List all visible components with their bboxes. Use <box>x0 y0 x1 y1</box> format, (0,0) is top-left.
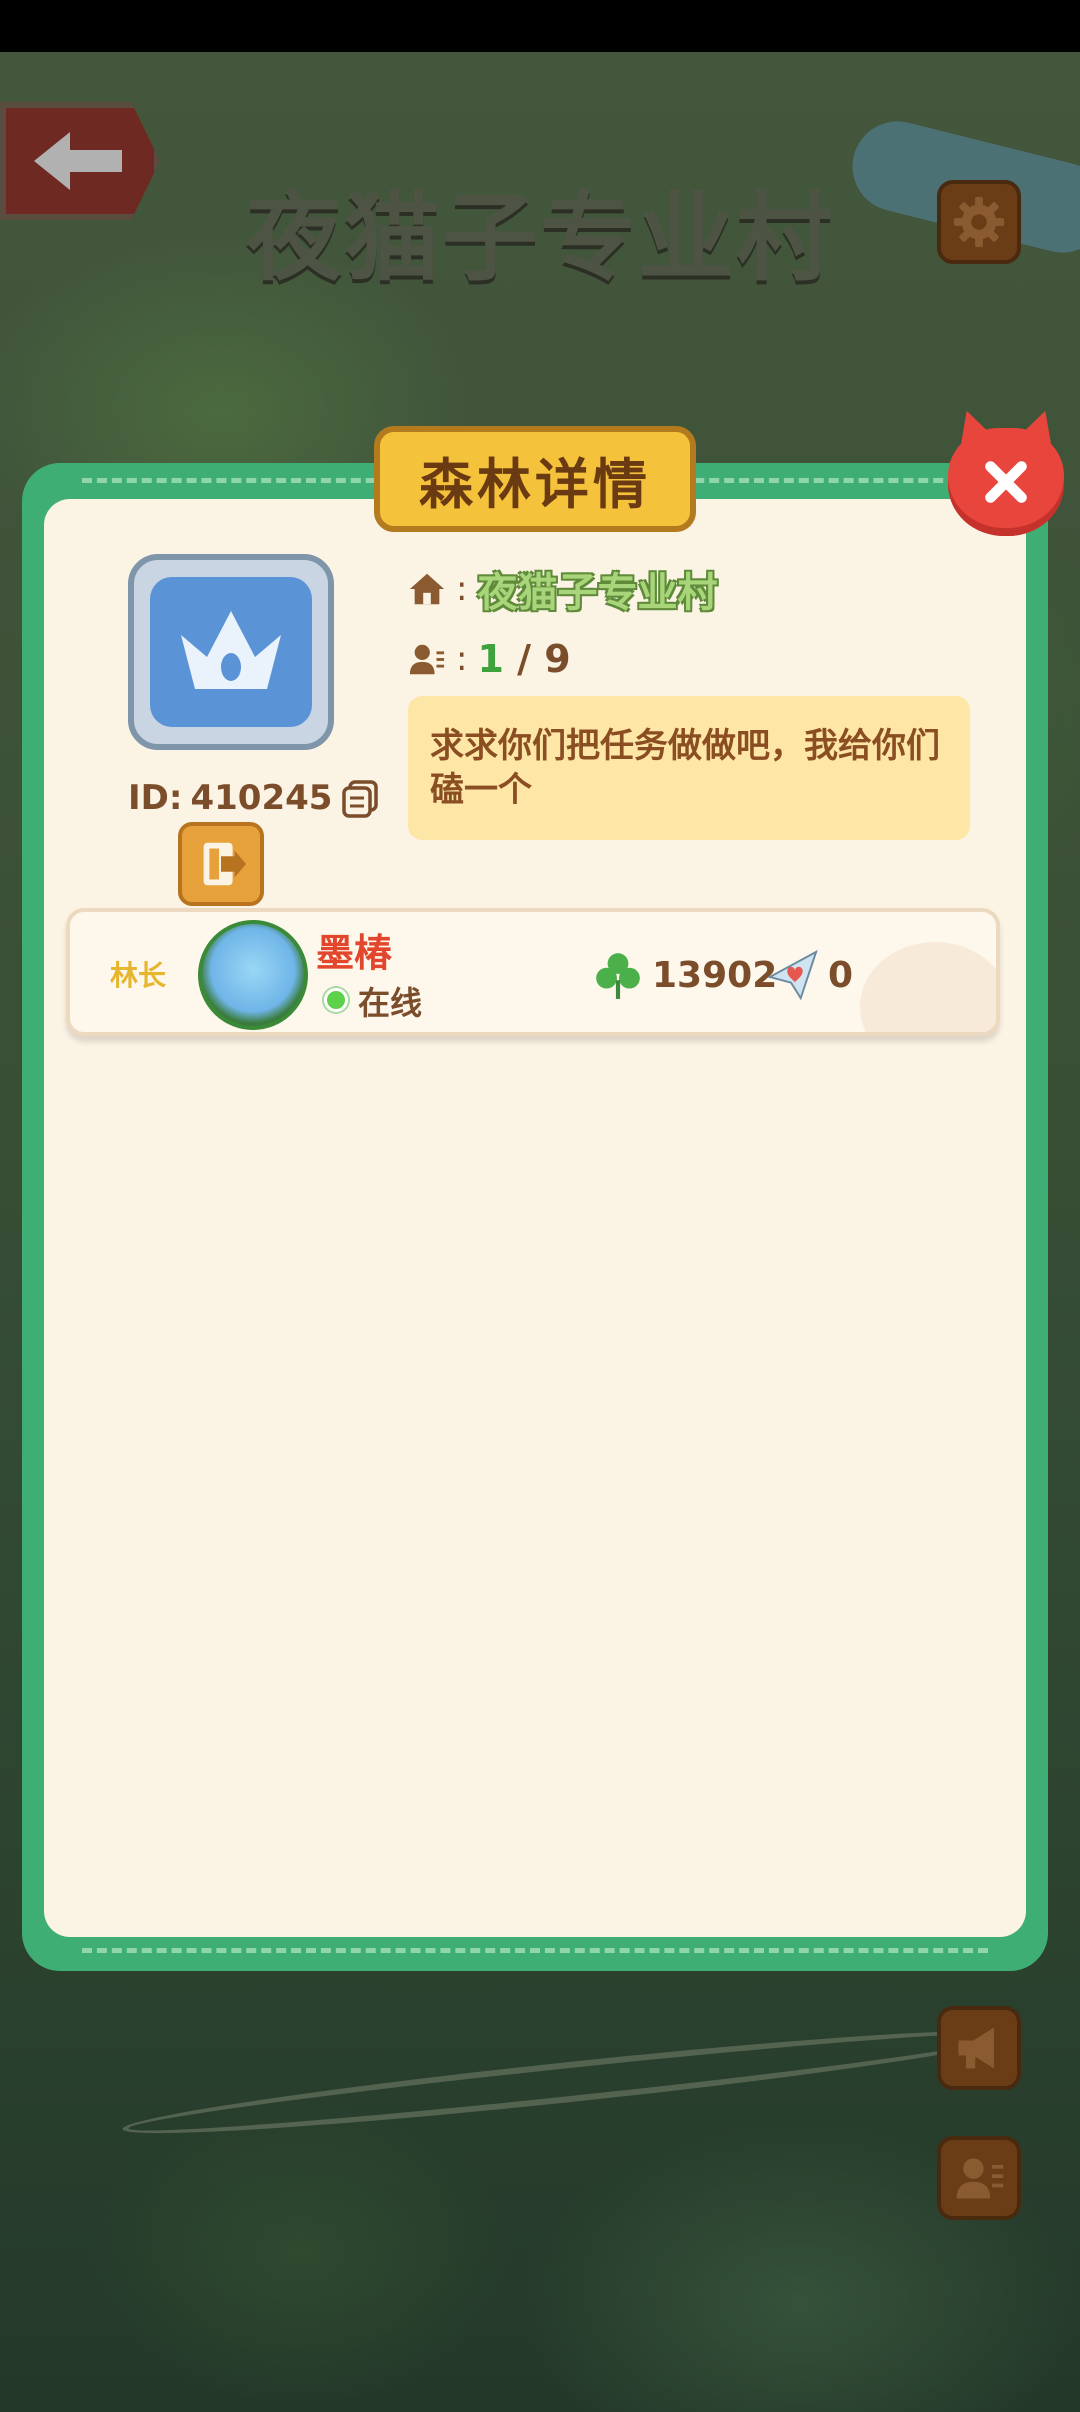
heart-paper-plane-icon <box>767 949 818 1001</box>
megaphone-icon <box>958 2027 994 2069</box>
dialog-border-dash <box>82 1948 988 1953</box>
settings-button[interactable] <box>937 180 1021 264</box>
forest-name: 夜猫子专业村 <box>477 570 718 616</box>
leave-forest-button[interactable] <box>178 822 264 906</box>
row-decoration <box>860 942 996 1032</box>
members-icon <box>409 644 445 675</box>
clover-score-value: 13902 <box>652 954 778 996</box>
forest-name-row: : 夜猫子专业村 <box>408 564 717 616</box>
member-role: 林长 <box>110 959 167 992</box>
back-button[interactable] <box>0 102 160 220</box>
member-row[interactable]: 林长 墨椿 在线 13902 0 <box>66 908 1000 1036</box>
exit-icon <box>203 842 247 886</box>
megaphone-button[interactable] <box>937 2006 1021 2090</box>
close-icon <box>985 461 1027 503</box>
member-count: 1 / 9 <box>477 637 570 681</box>
heart-count-value: 0 <box>828 954 854 996</box>
member-count-separator: / <box>517 637 532 681</box>
copy-icon[interactable] <box>340 778 380 818</box>
arrow-left-icon <box>34 132 122 190</box>
member-name: 墨椿 <box>316 931 393 975</box>
gear-icon <box>953 196 1005 248</box>
contacts-icon <box>956 2158 1004 2199</box>
member-count-max: 9 <box>544 637 571 681</box>
forest-id-value: 410245 <box>190 778 333 818</box>
home-icon <box>409 573 445 605</box>
contacts-button[interactable] <box>937 2136 1021 2220</box>
forest-emblem <box>128 554 334 750</box>
forest-announcement: 求求你们把任务做做吧，我给你们磕一个 <box>408 696 970 840</box>
clover-score: 13902 <box>592 950 777 1000</box>
heart-count: 0 <box>766 949 854 1001</box>
forest-id-label: ID: <box>128 778 183 818</box>
clover-icon <box>596 953 640 999</box>
member-count-current: 1 <box>477 637 504 681</box>
avatar[interactable] <box>198 920 308 1030</box>
crown-emblem-icon <box>150 577 312 727</box>
dialog-title: 森林详情 <box>374 426 696 532</box>
forest-id: ID: 410245 <box>128 776 380 820</box>
member-status: 在线 <box>358 984 423 1022</box>
colon-text: : <box>456 639 468 679</box>
status-bar <box>0 0 1080 52</box>
page-title: 夜猫子专业村 <box>246 182 834 294</box>
member-count-row: : 1 / 9 <box>408 634 571 684</box>
colon-text: : <box>456 569 468 609</box>
close-button[interactable] <box>948 428 1064 536</box>
online-status-dot <box>324 988 348 1012</box>
path-decoration <box>120 2015 1020 2149</box>
